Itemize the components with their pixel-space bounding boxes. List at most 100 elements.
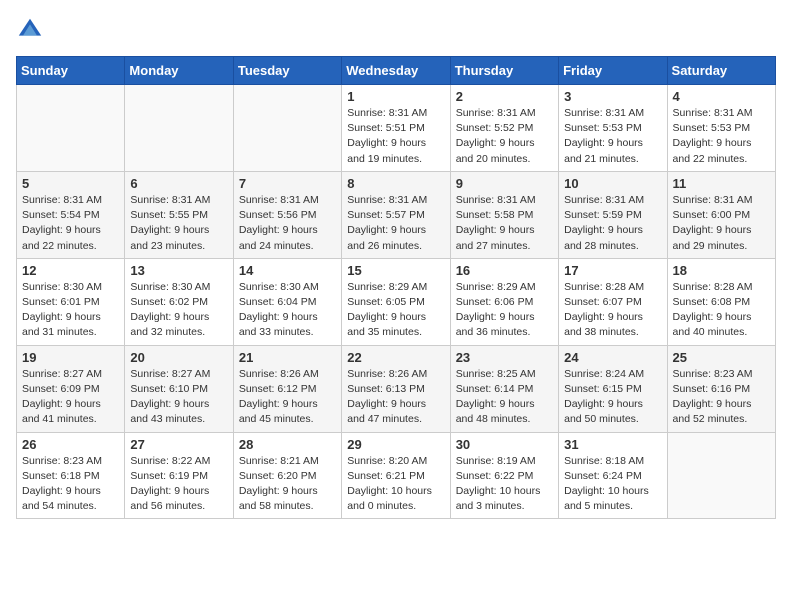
day-info: Sunrise: 8:30 AMSunset: 6:04 PMDaylight:… bbox=[239, 280, 336, 341]
calendar-cell: 9 Sunrise: 8:31 AMSunset: 5:58 PMDaylight… bbox=[450, 171, 558, 258]
calendar-cell: 20 Sunrise: 8:27 AMSunset: 6:10 PMDayligh… bbox=[125, 345, 233, 432]
day-info: Sunrise: 8:26 AMSunset: 6:12 PMDaylight:… bbox=[239, 367, 336, 428]
calendar-cell: 24 Sunrise: 8:24 AMSunset: 6:15 PMDayligh… bbox=[559, 345, 667, 432]
calendar-cell bbox=[233, 85, 341, 172]
calendar-cell: 19Sunrise: 8:27 AMSunset: 6:09 PMDayligh… bbox=[17, 345, 125, 432]
day-info: Sunrise: 8:21 AMSunset: 6:20 PMDaylight:… bbox=[239, 454, 336, 515]
weekday-header-sunday: Sunday bbox=[17, 57, 125, 85]
calendar-cell: 15Sunrise: 8:29 AMSunset: 6:05 PMDayligh… bbox=[342, 258, 450, 345]
calendar-cell: 30 Sunrise: 8:19 AMSunset: 6:22 PMDayligh… bbox=[450, 432, 558, 519]
day-number: 17 bbox=[564, 263, 661, 278]
weekday-header-wednesday: Wednesday bbox=[342, 57, 450, 85]
calendar-cell: 6 Sunrise: 8:31 AMSunset: 5:55 PMDaylight… bbox=[125, 171, 233, 258]
weekday-header-friday: Friday bbox=[559, 57, 667, 85]
calendar-cell bbox=[125, 85, 233, 172]
day-info: Sunrise: 8:31 AMSunset: 5:54 PMDaylight:… bbox=[22, 193, 119, 254]
day-info: Sunrise: 8:27 AMSunset: 6:09 PMDaylight:… bbox=[22, 367, 119, 428]
day-number: 31 bbox=[564, 437, 661, 452]
weekday-header-tuesday: Tuesday bbox=[233, 57, 341, 85]
day-info: Sunrise: 8:23 AMSunset: 6:16 PMDaylight:… bbox=[673, 367, 770, 428]
day-info: Sunrise: 8:31 AMSunset: 5:56 PMDaylight:… bbox=[239, 193, 336, 254]
calendar-cell: 25 Sunrise: 8:23 AMSunset: 6:16 PMDayligh… bbox=[667, 345, 775, 432]
day-number: 14 bbox=[239, 263, 336, 278]
weekday-header-thursday: Thursday bbox=[450, 57, 558, 85]
logo-icon bbox=[16, 16, 44, 44]
page-header bbox=[16, 16, 776, 44]
day-number: 25 bbox=[673, 350, 770, 365]
day-number: 28 bbox=[239, 437, 336, 452]
day-info: Sunrise: 8:29 AMSunset: 6:06 PMDaylight:… bbox=[456, 280, 553, 341]
day-info: Sunrise: 8:30 AMSunset: 6:01 PMDaylight:… bbox=[22, 280, 119, 341]
calendar-cell: 14 Sunrise: 8:30 AMSunset: 6:04 PMDayligh… bbox=[233, 258, 341, 345]
calendar-cell: 27 Sunrise: 8:22 AMSunset: 6:19 PMDayligh… bbox=[125, 432, 233, 519]
calendar-week-5: 26 Sunrise: 8:23 AMSunset: 6:18 PMDayligh… bbox=[17, 432, 776, 519]
day-info: Sunrise: 8:31 AMSunset: 5:59 PMDaylight:… bbox=[564, 193, 661, 254]
calendar-cell: 4 Sunrise: 8:31 AMSunset: 5:53 PMDaylight… bbox=[667, 85, 775, 172]
day-number: 23 bbox=[456, 350, 553, 365]
day-number: 6 bbox=[130, 176, 227, 191]
day-number: 27 bbox=[130, 437, 227, 452]
calendar-cell: 28 Sunrise: 8:21 AMSunset: 6:20 PMDayligh… bbox=[233, 432, 341, 519]
calendar-table: SundayMondayTuesdayWednesdayThursdayFrid… bbox=[16, 56, 776, 519]
day-info: Sunrise: 8:28 AMSunset: 6:07 PMDaylight:… bbox=[564, 280, 661, 341]
day-info: Sunrise: 8:18 AMSunset: 6:24 PMDaylight:… bbox=[564, 454, 661, 515]
calendar-cell: 16 Sunrise: 8:29 AMSunset: 6:06 PMDayligh… bbox=[450, 258, 558, 345]
day-info: Sunrise: 8:24 AMSunset: 6:15 PMDaylight:… bbox=[564, 367, 661, 428]
calendar-cell: 12 Sunrise: 8:30 AMSunset: 6:01 PMDayligh… bbox=[17, 258, 125, 345]
day-info: Sunrise: 8:20 AMSunset: 6:21 PMDaylight:… bbox=[347, 454, 444, 515]
calendar-cell: 7 Sunrise: 8:31 AMSunset: 5:56 PMDaylight… bbox=[233, 171, 341, 258]
day-info: Sunrise: 8:31 AMSunset: 6:00 PMDaylight:… bbox=[673, 193, 770, 254]
calendar-cell: 21 Sunrise: 8:26 AMSunset: 6:12 PMDayligh… bbox=[233, 345, 341, 432]
day-info: Sunrise: 8:23 AMSunset: 6:18 PMDaylight:… bbox=[22, 454, 119, 515]
day-number: 21 bbox=[239, 350, 336, 365]
calendar-cell: 22 Sunrise: 8:26 AMSunset: 6:13 PMDayligh… bbox=[342, 345, 450, 432]
calendar-cell: 29 Sunrise: 8:20 AMSunset: 6:21 PMDayligh… bbox=[342, 432, 450, 519]
day-number: 30 bbox=[456, 437, 553, 452]
day-number: 7 bbox=[239, 176, 336, 191]
day-info: Sunrise: 8:22 AMSunset: 6:19 PMDaylight:… bbox=[130, 454, 227, 515]
calendar-week-2: 5 Sunrise: 8:31 AMSunset: 5:54 PMDaylight… bbox=[17, 171, 776, 258]
calendar-cell: 8 Sunrise: 8:31 AMSunset: 5:57 PMDaylight… bbox=[342, 171, 450, 258]
day-number: 29 bbox=[347, 437, 444, 452]
day-number: 8 bbox=[347, 176, 444, 191]
day-number: 12 bbox=[22, 263, 119, 278]
logo bbox=[16, 16, 48, 44]
day-number: 22 bbox=[347, 350, 444, 365]
day-number: 18 bbox=[673, 263, 770, 278]
calendar-cell bbox=[17, 85, 125, 172]
calendar-cell: 3Sunrise: 8:31 AMSunset: 5:53 PMDaylight… bbox=[559, 85, 667, 172]
calendar-cell: 31 Sunrise: 8:18 AMSunset: 6:24 PMDayligh… bbox=[559, 432, 667, 519]
calendar-header: SundayMondayTuesdayWednesdayThursdayFrid… bbox=[17, 57, 776, 85]
day-info: Sunrise: 8:31 AMSunset: 5:55 PMDaylight:… bbox=[130, 193, 227, 254]
day-number: 1 bbox=[347, 89, 444, 104]
calendar-cell: 5 Sunrise: 8:31 AMSunset: 5:54 PMDaylight… bbox=[17, 171, 125, 258]
day-number: 13 bbox=[130, 263, 227, 278]
calendar-cell: 1Sunrise: 8:31 AMSunset: 5:51 PMDaylight… bbox=[342, 85, 450, 172]
day-info: Sunrise: 8:27 AMSunset: 6:10 PMDaylight:… bbox=[130, 367, 227, 428]
day-info: Sunrise: 8:19 AMSunset: 6:22 PMDaylight:… bbox=[456, 454, 553, 515]
day-number: 20 bbox=[130, 350, 227, 365]
weekday-header-monday: Monday bbox=[125, 57, 233, 85]
day-info: Sunrise: 8:31 AMSunset: 5:52 PMDaylight:… bbox=[456, 106, 553, 167]
calendar-week-1: 1Sunrise: 8:31 AMSunset: 5:51 PMDaylight… bbox=[17, 85, 776, 172]
day-info: Sunrise: 8:28 AMSunset: 6:08 PMDaylight:… bbox=[673, 280, 770, 341]
calendar-cell: 26 Sunrise: 8:23 AMSunset: 6:18 PMDayligh… bbox=[17, 432, 125, 519]
day-info: Sunrise: 8:31 AMSunset: 5:53 PMDaylight:… bbox=[673, 106, 770, 167]
calendar-cell: 10Sunrise: 8:31 AMSunset: 5:59 PMDayligh… bbox=[559, 171, 667, 258]
day-info: Sunrise: 8:30 AMSunset: 6:02 PMDaylight:… bbox=[130, 280, 227, 341]
day-number: 4 bbox=[673, 89, 770, 104]
day-info: Sunrise: 8:25 AMSunset: 6:14 PMDaylight:… bbox=[456, 367, 553, 428]
day-number: 15 bbox=[347, 263, 444, 278]
day-number: 9 bbox=[456, 176, 553, 191]
calendar-cell: 13 Sunrise: 8:30 AMSunset: 6:02 PMDayligh… bbox=[125, 258, 233, 345]
calendar-cell: 17 Sunrise: 8:28 AMSunset: 6:07 PMDayligh… bbox=[559, 258, 667, 345]
day-info: Sunrise: 8:26 AMSunset: 6:13 PMDaylight:… bbox=[347, 367, 444, 428]
day-info: Sunrise: 8:31 AMSunset: 5:58 PMDaylight:… bbox=[456, 193, 553, 254]
day-info: Sunrise: 8:31 AMSunset: 5:57 PMDaylight:… bbox=[347, 193, 444, 254]
day-number: 24 bbox=[564, 350, 661, 365]
day-number: 2 bbox=[456, 89, 553, 104]
day-number: 16 bbox=[456, 263, 553, 278]
day-number: 26 bbox=[22, 437, 119, 452]
day-info: Sunrise: 8:31 AMSunset: 5:53 PMDaylight:… bbox=[564, 106, 661, 167]
day-number: 5 bbox=[22, 176, 119, 191]
